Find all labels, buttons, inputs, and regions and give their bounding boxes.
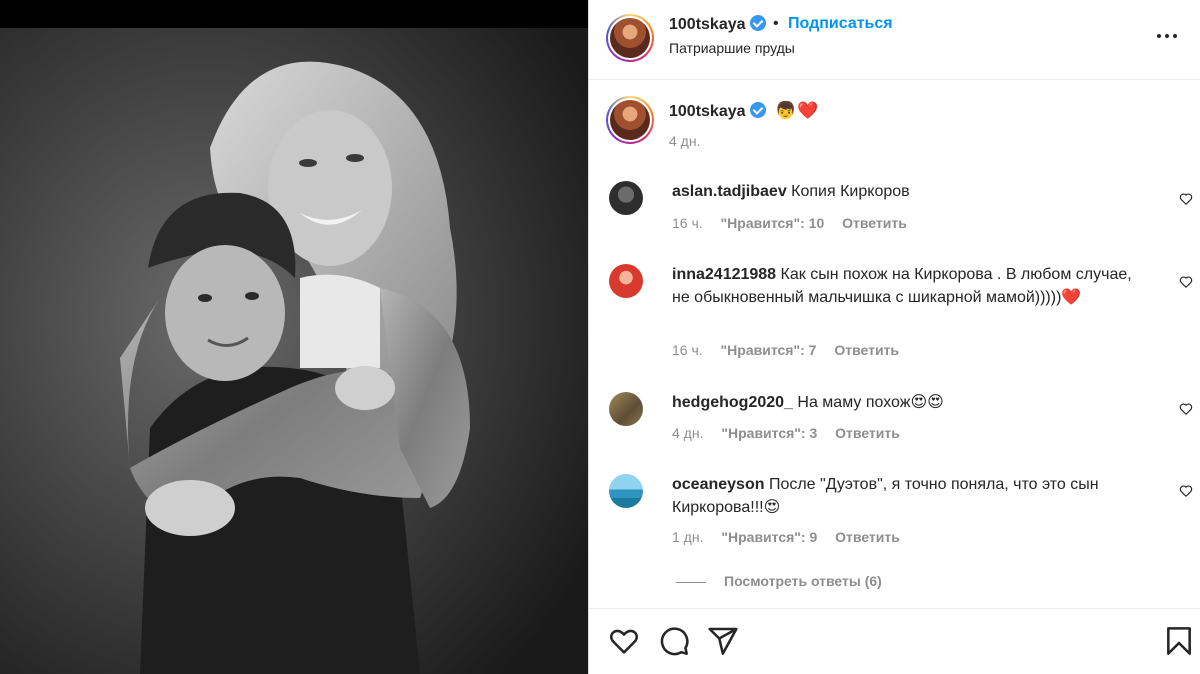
comment-body: Копия Киркоров xyxy=(791,183,910,200)
author-username-text[interactable]: 100tskaya xyxy=(669,16,746,33)
comment-avatar[interactable] xyxy=(609,392,643,426)
action-bar xyxy=(589,608,1200,674)
view-replies-label[interactable]: Посмотреть ответы (6) xyxy=(724,573,882,589)
header-separator: • xyxy=(773,15,779,32)
comment-text: oceaneyson После "Дуэтов", я точно понял… xyxy=(672,473,1147,519)
comment-like-heart-icon[interactable] xyxy=(1179,484,1193,498)
caption-emoji-boy: 👦 xyxy=(775,101,797,120)
author-avatar[interactable] xyxy=(606,14,654,62)
more-options-icon[interactable] xyxy=(1157,26,1187,46)
comment-likes[interactable]: "Нравится": 9 xyxy=(721,529,817,545)
comment-likes[interactable]: "Нравится": 3 xyxy=(721,425,817,441)
comment-time[interactable]: 1 дн. xyxy=(672,529,703,545)
comment-time[interactable]: 4 дн. xyxy=(672,425,703,441)
comment-username[interactable]: hedgehog2020_ xyxy=(672,394,793,411)
comment-body: На маму похож😍😍 xyxy=(797,394,944,411)
verified-badge-icon xyxy=(749,102,766,118)
verified-badge-icon xyxy=(749,15,766,31)
bookmark-icon[interactable] xyxy=(1163,625,1195,657)
comment-meta: 4 дн. "Нравится": 3 Ответить xyxy=(672,425,914,441)
caption-username-text[interactable]: 100tskaya xyxy=(669,103,746,120)
comment-meta: 16 ч. "Нравится": 10 Ответить xyxy=(672,215,921,231)
caption-timestamp[interactable]: 4 дн. xyxy=(669,133,700,149)
post-photo[interactable] xyxy=(0,0,588,674)
post-header: 100tskaya • Подписаться Патриаршие пруды xyxy=(589,0,1200,80)
comment-text: hedgehog2020_ На маму похож😍😍 xyxy=(672,391,1147,414)
heart-icon[interactable] xyxy=(608,625,640,657)
caption-author-avatar[interactable] xyxy=(606,96,654,144)
comment-avatar[interactable] xyxy=(609,264,643,298)
replies-line xyxy=(676,581,706,583)
comment-like-heart-icon[interactable] xyxy=(1179,192,1193,206)
comment-like-heart-icon[interactable] xyxy=(1179,275,1193,289)
comment-text: aslan.tadjibaev Копия Киркоров xyxy=(672,180,1147,203)
comment-meta: 1 дн. "Нравится": 9 Ответить xyxy=(672,529,914,545)
photo-top-bar xyxy=(0,0,588,28)
share-icon[interactable] xyxy=(707,625,739,657)
comment-time[interactable]: 16 ч. xyxy=(672,215,703,231)
comment-icon[interactable] xyxy=(658,625,690,657)
comment-username[interactable]: aslan.tadjibaev xyxy=(672,183,787,200)
comment-username[interactable]: oceaneyson xyxy=(672,476,764,493)
reply-button[interactable]: Ответить xyxy=(834,342,899,358)
comment-username[interactable]: inna24121988 xyxy=(672,266,776,283)
view-replies-button[interactable]: Посмотреть ответы (6) xyxy=(676,573,882,589)
photo-image xyxy=(0,28,588,674)
comment-time[interactable]: 16 ч. xyxy=(672,342,703,358)
post-viewer: 100tskaya • Подписаться Патриаршие пруды… xyxy=(0,0,1200,674)
post-side-panel: 100tskaya • Подписаться Патриаршие пруды… xyxy=(589,0,1200,674)
follow-button[interactable]: Подписаться xyxy=(788,15,893,33)
reply-button[interactable]: Ответить xyxy=(842,215,907,231)
comment-likes[interactable]: "Нравится": 7 xyxy=(721,342,817,358)
caption-emoji-heart: ❤️ xyxy=(797,101,819,120)
author-username[interactable]: 100tskaya xyxy=(669,15,766,34)
comment-avatar[interactable] xyxy=(609,474,643,508)
comment-avatar[interactable] xyxy=(609,181,643,215)
caption-author-username[interactable]: 100tskaya xyxy=(669,102,766,121)
reply-button[interactable]: Ответить xyxy=(835,529,900,545)
post-location[interactable]: Патриаршие пруды xyxy=(669,40,795,56)
comment-meta: 16 ч. "Нравится": 7 Ответить xyxy=(672,342,913,358)
reply-button[interactable]: Ответить xyxy=(835,425,900,441)
comment-text: inna24121988 Как сын похож на Киркорова … xyxy=(672,263,1147,309)
comment-likes[interactable]: "Нравится": 10 xyxy=(721,215,825,231)
comment-like-heart-icon[interactable] xyxy=(1179,402,1193,416)
